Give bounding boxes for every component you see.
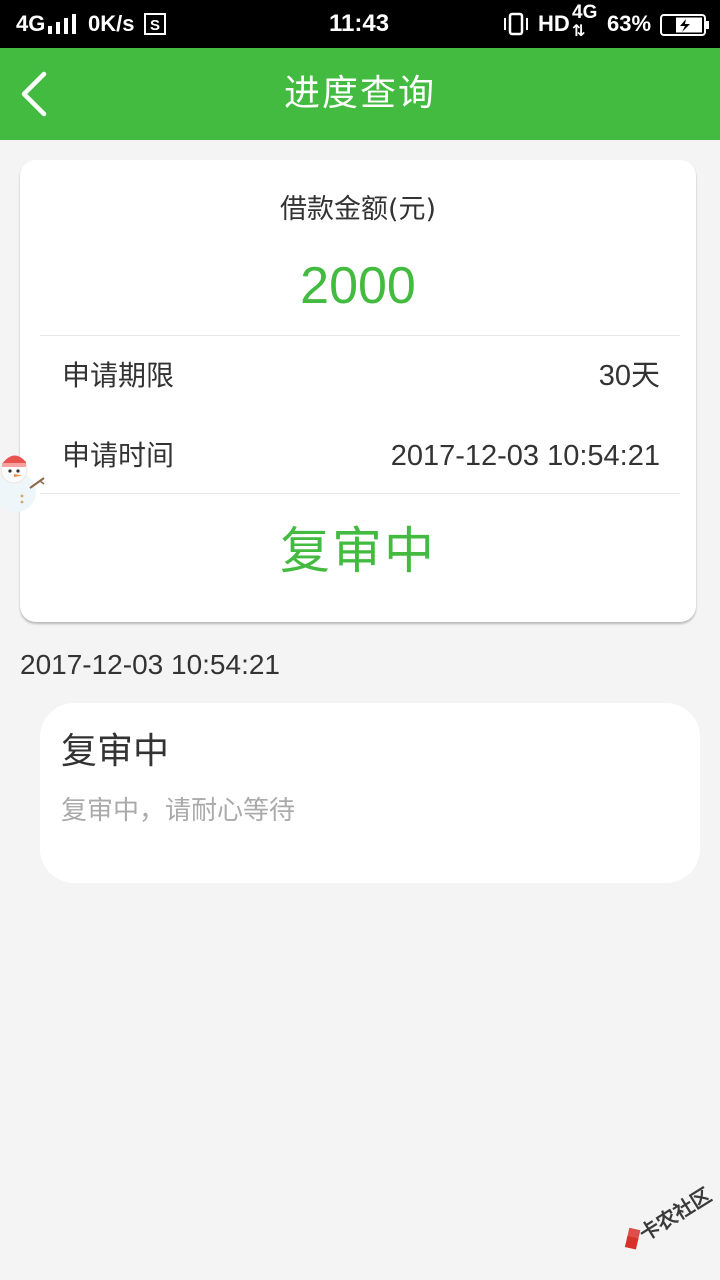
battery-percent: 63% <box>607 11 652 36</box>
timeline-date: 2017-12-03 10:54:21 <box>20 649 280 680</box>
page-title: 进度查询 <box>283 73 436 114</box>
clock: 11:43 <box>329 10 390 37</box>
snowman-icon[interactable] <box>0 446 50 516</box>
timeline-item-title: 复审中 <box>61 731 170 772</box>
network-type-right-label: 4G <box>572 2 598 23</box>
watermark-logo: 卡农社区 <box>612 1178 716 1260</box>
timeline-item-description: 复审中，请耐心等待 <box>61 796 296 826</box>
signal-icon <box>48 14 78 43</box>
application-time-label: 申请时间 <box>62 439 175 472</box>
svg-text:S: S <box>150 17 160 34</box>
battery-icon <box>660 14 710 43</box>
application-status: 复审中 <box>280 522 436 580</box>
hd-indicator: HD <box>538 11 570 36</box>
loan-summary-card: 借款金额(元) 2000 申请期限 30天 申请时间 2017-12-03 10… <box>20 160 696 622</box>
sim-icon: S <box>143 12 167 43</box>
application-time-row: 申请时间 2017-12-03 10:54:21 <box>62 436 660 476</box>
network-type: 4G <box>16 11 46 36</box>
divider <box>40 335 680 336</box>
divider <box>40 493 680 494</box>
status-bar: 4G 0K/s S 11:43 HD 4G ⇅ 63% <box>0 0 720 48</box>
loan-amount-label: 借款金额(元) <box>279 194 437 225</box>
application-time-value: 2017-12-03 10:54:21 <box>390 440 660 472</box>
vibrate-icon <box>502 12 530 43</box>
app-header: 进度查询 <box>0 48 720 140</box>
loan-amount-value: 2000 <box>300 257 416 315</box>
application-term-value: 30天 <box>598 360 660 392</box>
application-term-label: 申请期限 <box>62 359 175 392</box>
network-type-right: 4G ⇅ <box>572 2 598 41</box>
application-term-row: 申请期限 30天 <box>62 356 660 396</box>
data-arrows-icon: ⇅ <box>572 23 586 40</box>
network-speed: 0K/s <box>88 11 135 36</box>
watermark-text: 卡农社区 <box>635 1183 716 1246</box>
timeline-item: 复审中 复审中，请耐心等待 <box>40 703 700 883</box>
